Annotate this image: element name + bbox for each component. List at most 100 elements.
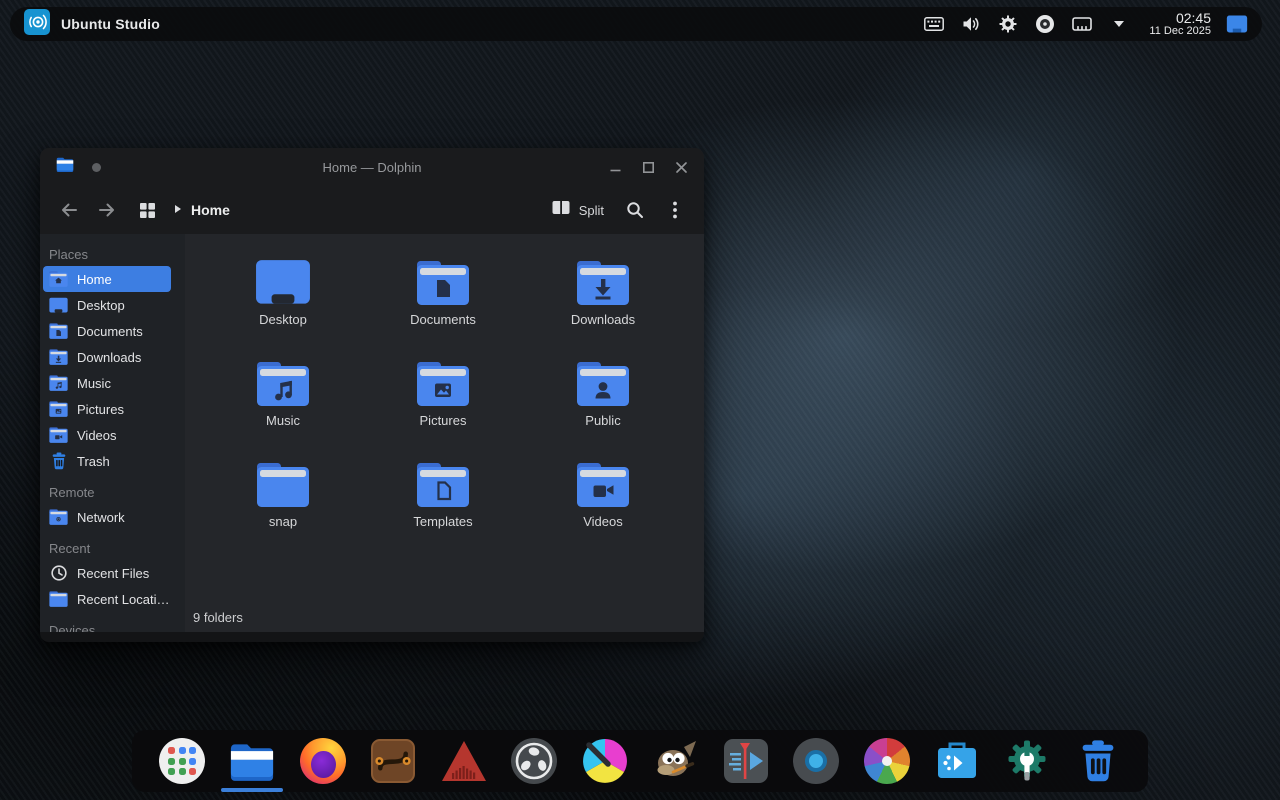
- maximize-button[interactable]: [641, 160, 655, 174]
- sidebar-item-label: Recent Files: [77, 566, 149, 581]
- sidebar-item-network[interactable]: Network: [43, 504, 171, 530]
- sidebar-item-recent-locati[interactable]: Recent Locati…: [43, 586, 171, 612]
- window-title: Home — Dolphin: [40, 160, 704, 175]
- tray-chevron-down-icon[interactable]: [1108, 12, 1130, 36]
- dolphin-window: Home — Dolphin Home Split Places Home Desk…: [40, 148, 704, 642]
- trash-can-icon: [49, 452, 68, 470]
- clock-date: 11 Dec 2025: [1149, 26, 1211, 38]
- icons-view-button[interactable]: [132, 194, 162, 226]
- tray-icons: [923, 12, 1130, 36]
- dock-gimp-icon[interactable]: [651, 737, 699, 785]
- file-item-templates[interactable]: Templates: [363, 450, 523, 551]
- virtual-desktop-pager[interactable]: [1226, 12, 1248, 36]
- folder-network-icon: [49, 509, 68, 525]
- hamburger-menu-button[interactable]: [660, 194, 690, 226]
- sidebar-item-label: Home: [77, 272, 112, 287]
- tray-keyboard-icon[interactable]: [923, 12, 945, 36]
- folder-templates-icon: [416, 450, 470, 508]
- split-view-icon: [551, 199, 571, 221]
- file-label: Pictures: [420, 413, 467, 428]
- file-label: Music: [266, 413, 300, 428]
- dock-trash-icon[interactable]: [1074, 737, 1122, 785]
- window-bottom-edge: [40, 632, 704, 642]
- folder-music-icon: [256, 349, 310, 407]
- sidebar-section-header: Places: [43, 242, 185, 266]
- file-item-desktop[interactable]: Desktop: [203, 248, 363, 349]
- dock-camera-lens-icon[interactable]: [792, 737, 840, 785]
- file-item-pictures[interactable]: Pictures: [363, 349, 523, 450]
- dock-firefox-icon[interactable]: [299, 737, 347, 785]
- tray-ethernet-icon[interactable]: [1071, 12, 1093, 36]
- folder-pictures-icon: [49, 401, 68, 417]
- file-item-documents[interactable]: Documents: [363, 248, 523, 349]
- sidebar-item-desktop[interactable]: Desktop: [43, 292, 171, 318]
- breadcrumb[interactable]: Home: [174, 201, 230, 219]
- search-button[interactable]: [620, 194, 650, 226]
- clock-icon: [49, 564, 68, 582]
- folder-documents-icon: [416, 248, 470, 306]
- dock-app-launcher-icon[interactable]: [158, 737, 206, 785]
- breadcrumb-home[interactable]: Home: [191, 202, 230, 218]
- status-bar: 9 folders: [185, 602, 704, 632]
- file-item-snap[interactable]: snap: [203, 450, 363, 551]
- tray-volume-icon[interactable]: [960, 12, 982, 36]
- sidebar-item-pictures[interactable]: Pictures: [43, 396, 171, 422]
- dock-digikam-icon[interactable]: [863, 737, 911, 785]
- panel-clock[interactable]: 02:45 11 Dec 2025: [1149, 11, 1211, 37]
- sidebar-item-videos[interactable]: Videos: [43, 422, 171, 448]
- sidebar-item-label: Network: [77, 510, 125, 525]
- titlebar-pin-icon[interactable]: [92, 163, 101, 172]
- sidebar-item-label: Videos: [77, 428, 117, 443]
- dock-discover-icon[interactable]: [933, 737, 981, 785]
- user-desktop-icon: [49, 297, 68, 313]
- sidebar-item-trash[interactable]: Trash: [43, 448, 171, 474]
- file-item-music[interactable]: Music: [203, 349, 363, 450]
- split-label: Split: [579, 203, 604, 218]
- dock-krita-icon[interactable]: [581, 737, 629, 785]
- toolbar: Home Split: [40, 186, 704, 234]
- split-button[interactable]: Split: [545, 194, 610, 226]
- sidebar-item-documents[interactable]: Documents: [43, 318, 171, 344]
- dolphin-folder-icon: [56, 156, 74, 177]
- minimize-button[interactable]: [608, 160, 622, 174]
- folder-videos-icon: [576, 450, 630, 508]
- file-label: Desktop: [259, 312, 307, 327]
- top-panel: Ubuntu Studio 02:45 11 Dec 2025: [10, 7, 1262, 41]
- sidebar-item-music[interactable]: Music: [43, 370, 171, 396]
- forward-button[interactable]: [92, 194, 122, 226]
- folder-recent-icon: [49, 591, 68, 607]
- ubuntu-studio-logo-icon: [24, 9, 50, 40]
- file-item-public[interactable]: Public: [523, 349, 683, 450]
- status-text: 9 folders: [193, 610, 243, 625]
- dock-carla-patchbay-icon[interactable]: [369, 737, 417, 785]
- file-label: Videos: [583, 514, 623, 529]
- close-button[interactable]: [674, 160, 688, 174]
- sidebar-item-downloads[interactable]: Downloads: [43, 344, 171, 370]
- folder-downloads-icon: [576, 248, 630, 306]
- file-label: snap: [269, 514, 297, 529]
- file-item-downloads[interactable]: Downloads: [523, 248, 683, 349]
- dock-gear-wrench-icon[interactable]: [1003, 737, 1051, 785]
- folder-pictures-icon: [416, 349, 470, 407]
- back-button[interactable]: [54, 194, 84, 226]
- tray-settings-gear-icon[interactable]: [997, 12, 1019, 36]
- dock-obs-studio-icon[interactable]: [510, 737, 558, 785]
- file-grid: Desktop DocumentsDownloads Music Pictures Pu…: [185, 234, 704, 602]
- file-label: Templates: [413, 514, 472, 529]
- system-tray: 02:45 11 Dec 2025: [923, 11, 1248, 37]
- user-desktop-icon: [255, 248, 311, 306]
- sidebar-item-recent-files[interactable]: Recent Files: [43, 560, 171, 586]
- titlebar[interactable]: Home — Dolphin: [40, 148, 704, 186]
- panel-title: Ubuntu Studio: [61, 16, 160, 32]
- dock-dolphin-icon[interactable]: [228, 737, 276, 785]
- folder-home-icon: [49, 271, 68, 287]
- sidebar-item-label: Pictures: [77, 402, 124, 417]
- sidebar-item-home[interactable]: Home: [43, 266, 171, 292]
- file-item-videos[interactable]: Videos: [523, 450, 683, 551]
- sidebar-item-label: Music: [77, 376, 111, 391]
- caret-right-icon: [174, 201, 182, 219]
- folder-view: Desktop DocumentsDownloads Music Pictures Pu…: [185, 234, 704, 632]
- dock-ardour-icon[interactable]: [440, 737, 488, 785]
- dock-kdenlive-icon[interactable]: [722, 737, 770, 785]
- tray-record-icon[interactable]: [1034, 12, 1056, 36]
